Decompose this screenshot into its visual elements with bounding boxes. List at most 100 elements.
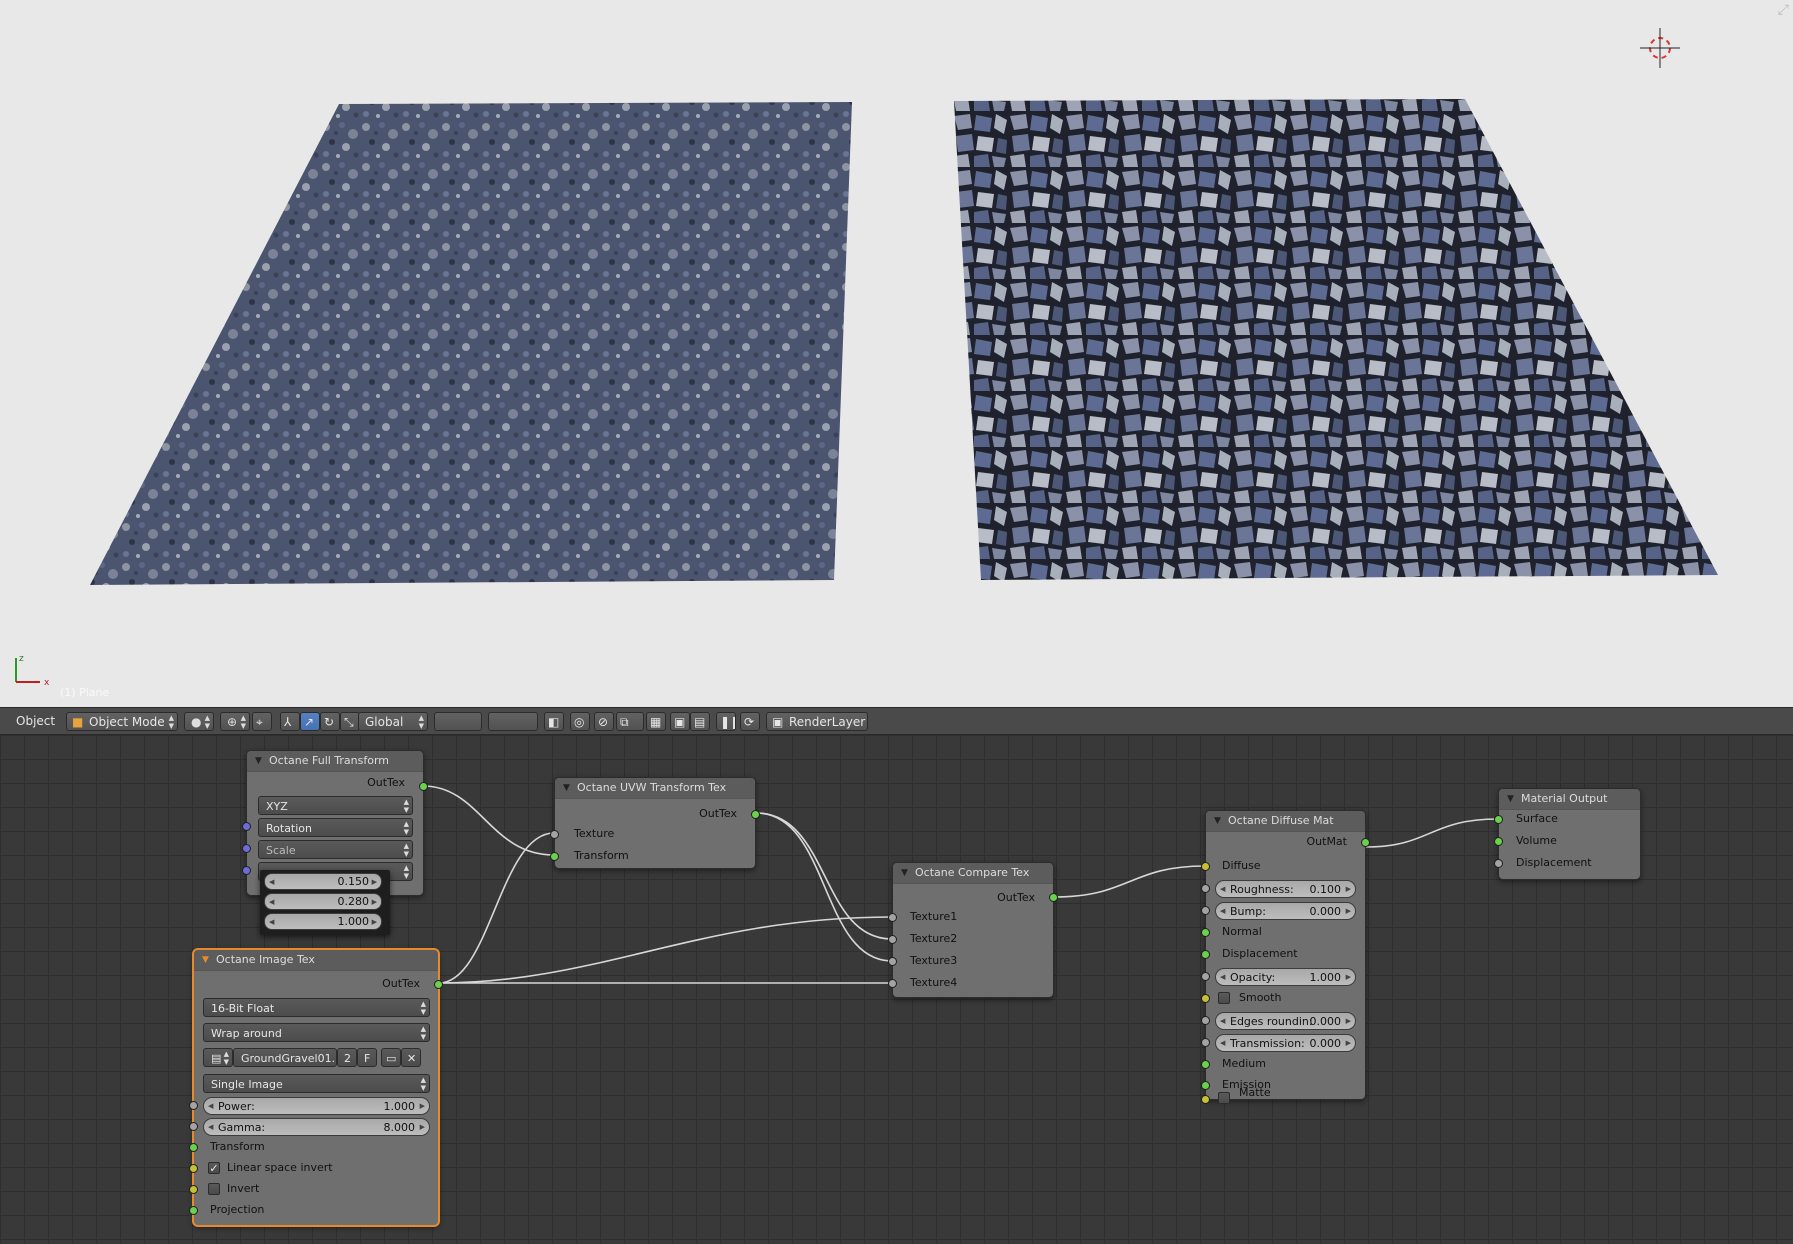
output-socket[interactable] bbox=[434, 980, 443, 989]
scale-socket[interactable] bbox=[242, 844, 251, 853]
3d-cursor-icon[interactable] bbox=[1640, 28, 1680, 68]
collapse-triangle-icon[interactable]: ▼ bbox=[901, 863, 908, 883]
increment-arrow-icon[interactable]: ▶ bbox=[1346, 969, 1351, 986]
falloff-button[interactable]: ⊘ bbox=[594, 712, 614, 731]
increment-arrow-icon[interactable]: ▶ bbox=[420, 1098, 425, 1115]
decrement-arrow-icon[interactable]: ◀ bbox=[1220, 903, 1225, 920]
rotate-manipulator-button[interactable]: ↻ bbox=[320, 712, 340, 731]
increment-arrow-icon[interactable]: ▶ bbox=[1346, 881, 1351, 898]
collapse-triangle-icon[interactable]: ▼ bbox=[1214, 811, 1221, 831]
edges-rounding-field[interactable]: ◀ Edges roundin: 0.000 ▶ bbox=[1215, 1012, 1356, 1030]
output-socket[interactable] bbox=[419, 782, 428, 791]
scale-values-popup[interactable]: ◀ 0.150 ▶ ◀ 0.280 ▶ ◀ 1.000 ▶ bbox=[260, 870, 390, 935]
opacity-field[interactable]: ◀ Opacity: 1.000 ▶ bbox=[1215, 968, 1356, 986]
image-browse-button[interactable]: ▤ ▲ ▼ bbox=[203, 1048, 233, 1067]
render-button[interactable]: ▣ bbox=[670, 712, 690, 731]
viewport-shading-dropdown[interactable]: ● ▲ ▼ bbox=[184, 712, 214, 731]
proportional-edit-button[interactable]: ◎ bbox=[570, 712, 590, 731]
node-image-texture[interactable]: ▼ Octane Image Tex OutTex 16-Bit Float ▲ ▼ … bbox=[189, 949, 443, 1226]
render-anim-button[interactable]: ▤ bbox=[690, 712, 710, 731]
opacity-socket[interactable] bbox=[1201, 972, 1210, 981]
roughness-field[interactable]: ◀ Roughness: 0.100 ▶ bbox=[1215, 880, 1356, 898]
increment-arrow-icon[interactable]: ▶ bbox=[420, 1119, 425, 1136]
increment-arrow-icon[interactable]: ▶ bbox=[372, 914, 377, 930]
node-title[interactable]: ▼ Material Output bbox=[1499, 789, 1640, 810]
decrement-arrow-icon[interactable]: ◀ bbox=[1220, 1013, 1225, 1030]
decrement-arrow-icon[interactable]: ◀ bbox=[1220, 969, 1225, 986]
transform-socket[interactable] bbox=[550, 852, 559, 861]
linear-invert-checkbox[interactable]: ✓ bbox=[208, 1162, 220, 1175]
bump-socket[interactable] bbox=[1201, 906, 1210, 915]
3d-viewport[interactable]: z x (1) Plane ⤢ bbox=[0, 0, 1793, 707]
mode-dropdown[interactable]: ■ Object Mode ▲ ▼ bbox=[66, 712, 178, 731]
normal-socket[interactable] bbox=[1201, 928, 1210, 937]
smooth-checkbox[interactable] bbox=[1218, 992, 1230, 1004]
increment-arrow-icon[interactable]: ▶ bbox=[372, 874, 377, 890]
decrement-arrow-icon[interactable]: ◀ bbox=[269, 914, 274, 930]
decrement-arrow-icon[interactable]: ◀ bbox=[208, 1098, 213, 1115]
matte-checkbox[interactable] bbox=[1218, 1092, 1230, 1104]
area-split-corner-icon[interactable]: ⤢ bbox=[1778, 2, 1789, 18]
linear-invert-socket[interactable] bbox=[189, 1164, 198, 1173]
gamma-socket[interactable] bbox=[189, 1122, 198, 1131]
wrap-mode-dropdown[interactable]: Wrap around ▲ ▼ bbox=[203, 1023, 430, 1042]
invert-checkbox[interactable] bbox=[208, 1183, 220, 1195]
rotation-dropdown[interactable]: Rotation ▲ ▼ bbox=[258, 818, 413, 837]
layers-left-grid[interactable] bbox=[434, 712, 482, 731]
diffuse-socket[interactable] bbox=[1201, 862, 1210, 871]
translation-socket[interactable] bbox=[242, 866, 251, 875]
scale-z-field[interactable]: ◀ 1.000 ▶ bbox=[264, 913, 382, 930]
bump-field[interactable]: ◀ Bump: 0.000 ▶ bbox=[1215, 902, 1356, 920]
render-layer-dropdown[interactable]: ▣ RenderLayer bbox=[766, 712, 868, 731]
node-uvw-transform[interactable]: ▼ Octane UVW Transform Tex OutTex Texture… bbox=[550, 777, 760, 869]
output-socket[interactable] bbox=[751, 810, 760, 819]
image-source-dropdown[interactable]: Single Image ▲ ▼ bbox=[203, 1074, 430, 1093]
refresh-button[interactable]: ⟳ bbox=[740, 712, 760, 731]
collapse-triangle-icon[interactable]: ▼ bbox=[255, 751, 262, 771]
increment-arrow-icon[interactable]: ▶ bbox=[1346, 1035, 1351, 1052]
node-material-output[interactable]: ▼ Material Output Surface Volume Displace… bbox=[1494, 788, 1641, 880]
open-image-button[interactable]: ▭ bbox=[381, 1048, 401, 1067]
matte-socket[interactable] bbox=[1201, 1095, 1210, 1104]
node-title[interactable]: ▼ Octane UVW Transform Tex bbox=[555, 778, 755, 799]
scale-dropdown[interactable]: Scale ▲ ▼ bbox=[258, 840, 413, 859]
collapse-triangle-icon[interactable]: ▼ bbox=[202, 950, 209, 970]
node-title[interactable]: ▼ Octane Compare Tex bbox=[893, 863, 1053, 884]
texture4-socket[interactable] bbox=[888, 979, 897, 988]
edges-rounding-socket[interactable] bbox=[1201, 1016, 1210, 1025]
scale-x-field[interactable]: ◀ 0.150 ▶ bbox=[264, 873, 382, 890]
invert-socket[interactable] bbox=[189, 1185, 198, 1194]
roughness-socket[interactable] bbox=[1201, 884, 1210, 893]
collapse-triangle-icon[interactable]: ▼ bbox=[1507, 789, 1514, 809]
node-compare-texture[interactable]: ▼ Octane Compare Tex OutTex Texture1 Text… bbox=[888, 862, 1058, 998]
transmission-socket[interactable] bbox=[1201, 1038, 1210, 1047]
decrement-arrow-icon[interactable]: ◀ bbox=[1220, 1035, 1225, 1052]
rotation-socket[interactable] bbox=[242, 822, 251, 831]
decrement-arrow-icon[interactable]: ◀ bbox=[208, 1119, 213, 1136]
layers-right-grid[interactable] bbox=[488, 712, 538, 731]
translate-manipulator-button[interactable]: ↗ bbox=[300, 712, 320, 731]
increment-arrow-icon[interactable]: ▶ bbox=[1346, 903, 1351, 920]
smooth-socket[interactable] bbox=[1201, 994, 1210, 1003]
power-socket[interactable] bbox=[189, 1101, 198, 1110]
node-title[interactable]: ▼ Octane Image Tex bbox=[194, 950, 438, 971]
projection-socket[interactable] bbox=[189, 1206, 198, 1215]
pause-button[interactable]: ❚❚ bbox=[716, 712, 736, 731]
texture3-socket[interactable] bbox=[888, 957, 897, 966]
displacement-socket[interactable] bbox=[1201, 950, 1210, 959]
output-socket[interactable] bbox=[1049, 893, 1058, 902]
object-menu[interactable]: Object bbox=[10, 712, 60, 731]
fake-user-button[interactable]: F bbox=[357, 1048, 377, 1067]
node-diffuse-material[interactable]: ▼ Octane Diffuse Mat OutMat Diffuse ◀ Roug… bbox=[1201, 810, 1370, 1104]
texture2-socket[interactable] bbox=[888, 935, 897, 944]
bit-depth-dropdown[interactable]: 16-Bit Float ▲ ▼ bbox=[203, 998, 430, 1017]
increment-arrow-icon[interactable]: ▶ bbox=[1346, 1013, 1351, 1030]
output-socket[interactable] bbox=[1361, 838, 1370, 847]
volume-socket[interactable] bbox=[1494, 837, 1503, 846]
emission-socket[interactable] bbox=[1201, 1081, 1210, 1090]
transform-socket[interactable] bbox=[189, 1143, 198, 1152]
node-title[interactable]: ▼ Octane Diffuse Mat bbox=[1206, 811, 1365, 832]
node-title[interactable]: ▼ Octane Full Transform bbox=[247, 751, 423, 772]
decrement-arrow-icon[interactable]: ◀ bbox=[269, 874, 274, 890]
node-editor[interactable]: ▼ Octane Full Transform OutTex XYZ ▲ ▼ Rota… bbox=[0, 735, 1793, 1244]
